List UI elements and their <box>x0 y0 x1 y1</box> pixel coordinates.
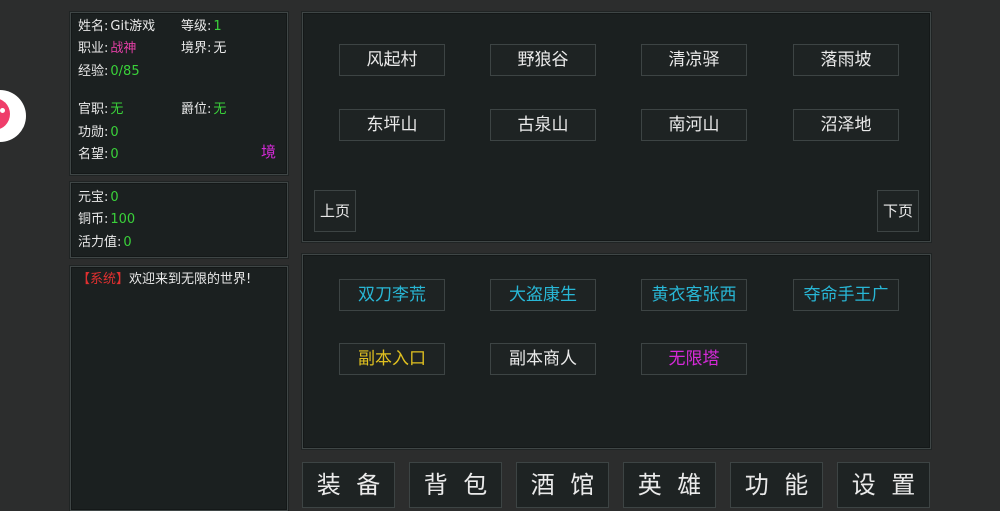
npc-button[interactable]: 黄衣客张西 <box>641 279 747 311</box>
menu-char: 酒 <box>530 471 555 499</box>
menu-equipment-button[interactable]: 装备 <box>302 462 395 508</box>
peerage-label: 爵位: <box>181 102 212 117</box>
menu-char: 功 <box>744 471 769 499</box>
level-row: 等级: 1 <box>181 19 222 35</box>
npc-panel: 双刀李荒 大盗康生 黄衣客张西 夺命手王广 副本入口 副本商人 无限塔 <box>302 254 931 449</box>
menu-char: 馆 <box>570 471 595 499</box>
menu-char: 备 <box>356 471 381 499</box>
energy-row: 活力值: 0 <box>78 235 132 251</box>
copper-label: 铜币: <box>78 212 109 227</box>
realm-row: 境界: 无 <box>181 41 226 57</box>
menu-settings-button[interactable]: 设置 <box>837 462 930 508</box>
prev-page-button[interactable]: 上页 <box>314 190 356 232</box>
message-log-panel[interactable]: 【系统】欢迎来到无限的世界! <box>70 266 288 511</box>
dungeon-merchant-button[interactable]: 副本商人 <box>490 343 596 375</box>
next-page-button[interactable]: 下页 <box>877 190 919 232</box>
ingot-row: 元宝: 0 <box>78 190 119 206</box>
player-realm: 无 <box>213 41 227 56</box>
location-button[interactable]: 风起村 <box>339 44 445 76</box>
energy-value: 0 <box>123 235 132 250</box>
menu-char: 雄 <box>677 471 702 499</box>
location-button[interactable]: 野狼谷 <box>490 44 596 76</box>
player-class: 战神 <box>110 41 137 56</box>
energy-label: 活力值: <box>78 235 122 250</box>
location-button[interactable]: 古泉山 <box>490 109 596 141</box>
infinite-tower-button[interactable]: 无限塔 <box>641 343 747 375</box>
currency-panel: 元宝: 0 铜币: 100 活力值: 0 <box>70 182 288 258</box>
avatar[interactable] <box>0 90 26 142</box>
menu-heroes-button[interactable]: 英雄 <box>623 462 716 508</box>
exp-label: 经验: <box>78 64 109 79</box>
ingot-label: 元宝: <box>78 190 109 205</box>
realm-label: 境界: <box>181 41 212 56</box>
location-button[interactable]: 清凉驿 <box>641 44 747 76</box>
name-row: 姓名: Git游戏 <box>78 19 155 35</box>
realm-button[interactable]: 境 <box>261 142 276 162</box>
player-name: Git游戏 <box>110 19 156 34</box>
class-label: 职业: <box>78 41 109 56</box>
menu-char: 背 <box>423 471 448 499</box>
menu-char: 能 <box>784 471 809 499</box>
npc-button[interactable]: 双刀李荒 <box>339 279 445 311</box>
player-peerage: 无 <box>213 102 227 117</box>
menu-bag-button[interactable]: 背包 <box>409 462 502 508</box>
system-tag: 【系统】 <box>77 272 130 287</box>
peerage-row: 爵位: 无 <box>181 102 226 118</box>
office-row: 官职: 无 <box>78 102 123 118</box>
player-merit: 0 <box>110 125 119 140</box>
class-row: 职业: 战神 <box>78 41 136 57</box>
menu-char: 设 <box>851 471 876 499</box>
menu-tavern-button[interactable]: 酒馆 <box>516 462 609 508</box>
location-button[interactable]: 落雨坡 <box>793 44 899 76</box>
copper-value: 100 <box>110 212 136 227</box>
locations-panel: 风起村 野狼谷 清凉驿 落雨坡 东坪山 古泉山 南河山 沼泽地 上页 下页 <box>302 12 931 242</box>
dungeon-entrance-button[interactable]: 副本入口 <box>339 343 445 375</box>
log-message: 欢迎来到无限的世界! <box>129 272 252 287</box>
menu-char: 包 <box>463 471 488 499</box>
log-entry: 【系统】欢迎来到无限的世界! <box>77 271 251 289</box>
fame-label: 名望: <box>78 147 109 162</box>
location-button[interactable]: 南河山 <box>641 109 747 141</box>
menu-functions-button[interactable]: 功能 <box>730 462 823 508</box>
copper-row: 铜币: 100 <box>78 212 135 228</box>
player-fame: 0 <box>110 147 119 162</box>
npc-button[interactable]: 大盗康生 <box>490 279 596 311</box>
level-label: 等级: <box>181 19 212 34</box>
merit-label: 功勋: <box>78 125 109 140</box>
menu-char: 置 <box>891 471 916 499</box>
character-info-panel: 姓名: Git游戏 等级: 1 职业: 战神 境界: 无 经验: 0/85 官职: 无 爵位… <box>70 12 288 175</box>
npc-button[interactable]: 夺命手王广 <box>793 279 899 311</box>
fame-row: 名望: 0 <box>78 147 119 163</box>
menu-char: 英 <box>637 471 662 499</box>
player-level: 1 <box>213 19 222 34</box>
player-office: 无 <box>110 102 124 117</box>
pink-mascot-avatar-icon <box>0 98 10 130</box>
player-exp: 0/85 <box>110 64 140 79</box>
ingot-value: 0 <box>110 190 119 205</box>
office-label: 官职: <box>78 102 109 117</box>
merit-row: 功勋: 0 <box>78 125 119 141</box>
location-button[interactable]: 沼泽地 <box>793 109 899 141</box>
name-label: 姓名: <box>78 19 109 34</box>
location-button[interactable]: 东坪山 <box>339 109 445 141</box>
menu-char: 装 <box>316 471 341 499</box>
exp-row: 经验: 0/85 <box>78 64 140 80</box>
